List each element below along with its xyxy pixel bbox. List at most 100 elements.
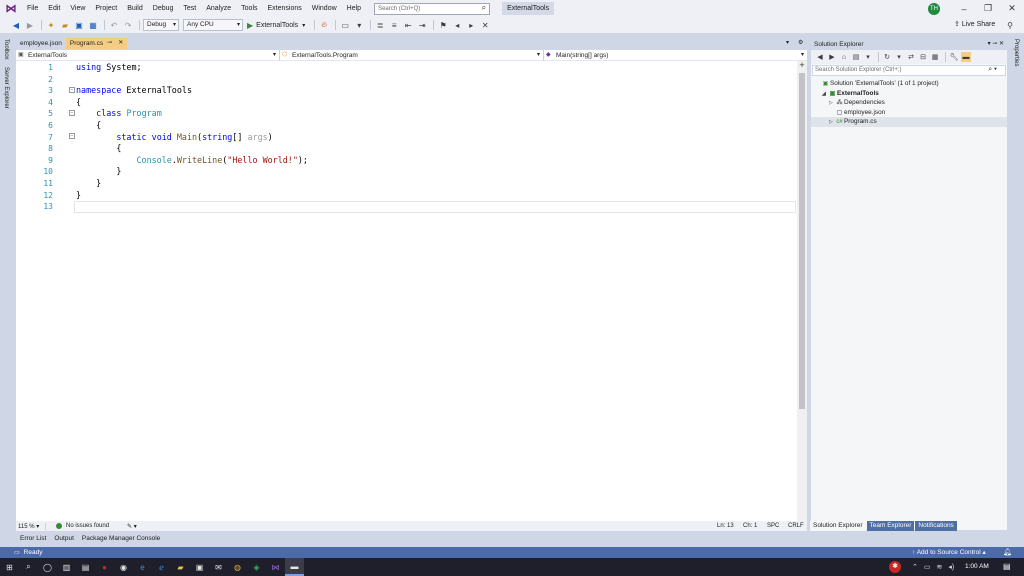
ie-icon[interactable]: ℯ <box>152 558 171 576</box>
wifi-icon[interactable]: ≋ <box>937 563 943 571</box>
notification-app-icon[interactable]: ✱ <box>889 561 901 573</box>
menu-tools[interactable]: Tools <box>236 0 262 17</box>
tab-package-manager-console[interactable]: Package Manager Console <box>78 534 164 544</box>
chevron-down-icon[interactable]: ▾ <box>863 52 873 62</box>
menu-test[interactable]: Test <box>178 0 201 17</box>
menu-edit[interactable]: Edit <box>43 0 65 17</box>
app-icon-2[interactable]: ● <box>95 558 114 576</box>
collapse-method-icon[interactable]: − <box>69 133 75 139</box>
panel-controls[interactable]: ▾ ⊸ ✕ <box>988 39 1004 50</box>
save-all-icon[interactable]: ▦ <box>87 19 99 31</box>
chrome-icon[interactable]: ◍ <box>228 558 247 576</box>
new-project-icon[interactable]: ✦ <box>45 19 57 31</box>
browse-icon[interactable]: ▾ <box>353 19 365 31</box>
action-center-icon[interactable]: ▤ <box>1003 558 1011 576</box>
whitespace-indicator[interactable]: SPC <box>767 521 779 531</box>
indent-icon[interactable]: ⇥ <box>416 19 428 31</box>
visual-studio-logo-icon[interactable]: ⋈ <box>0 0 22 17</box>
tab-program-cs[interactable]: Program.cs ⊸ ✕ <box>65 38 128 49</box>
app-icon-3[interactable]: ◉ <box>114 558 133 576</box>
server-explorer-tab[interactable]: Server Explorer <box>3 67 9 109</box>
properties-wrench-icon[interactable]: 🔧︎ <box>949 52 959 62</box>
menu-analyze[interactable]: Analyze <box>201 0 236 17</box>
split-window-icon[interactable]: + <box>797 61 807 70</box>
visual-studio-icon[interactable]: ⋈ <box>266 558 285 576</box>
sync-icon[interactable]: ⇄ <box>906 52 916 62</box>
screenshot-icon[interactable]: ▭ <box>339 19 351 31</box>
menu-build[interactable]: Build <box>122 0 148 17</box>
menu-extensions[interactable]: Extensions <box>263 0 307 17</box>
tray-chevron-icon[interactable]: ⌃ <box>912 563 918 571</box>
active-window-icon[interactable]: ▬ <box>285 558 304 576</box>
line-ending-indicator[interactable]: CRLF <box>788 521 804 531</box>
tab-team-explorer[interactable]: Team Explorer <box>866 521 915 531</box>
menu-debug[interactable]: Debug <box>148 0 179 17</box>
solution-explorer-search[interactable]: Search Solution Explorer (Ctrl+;) ⌕ ▾ <box>812 65 1006 76</box>
restore-icon[interactable]: ❐ <box>976 3 1000 14</box>
mail-icon[interactable]: ✉ <box>209 558 228 576</box>
properties-tab[interactable]: Properties <box>1013 39 1019 66</box>
menu-window[interactable]: Window <box>307 0 342 17</box>
preview-selected-icon[interactable]: ▬ <box>961 52 971 62</box>
network-icon[interactable]: ▭ <box>924 563 931 571</box>
show-all-files-icon[interactable]: ▦ <box>930 52 940 62</box>
code-line[interactable]: } <box>76 178 101 190</box>
edge-icon[interactable]: e <box>133 558 152 576</box>
tab-output[interactable]: Output <box>50 534 78 544</box>
zoom-level[interactable]: 115 % ▾ <box>16 522 46 530</box>
tree-item[interactable]: ▷ ⁂ Dependencies <box>811 98 1007 108</box>
platform-dropdown[interactable]: Any CPU ▾ <box>183 19 243 31</box>
home-icon[interactable]: ⌂ <box>839 52 849 62</box>
user-avatar[interactable]: TH <box>928 3 940 15</box>
code-line[interactable]: } <box>76 190 81 202</box>
close-icon[interactable]: ✕ <box>1000 3 1024 14</box>
redo-icon[interactable]: ↷ <box>122 19 134 31</box>
code-line[interactable]: class Program <box>76 108 162 120</box>
store-icon[interactable]: ▣ <box>190 558 209 576</box>
tab-error-list[interactable]: Error List <box>16 534 50 544</box>
live-share-button[interactable]: ⇪ Live Share <box>954 20 995 28</box>
feedback-icon[interactable]: ⚲ <box>1004 19 1016 31</box>
tab-solution-explorer[interactable]: Solution Explorer <box>810 521 866 531</box>
code-editor[interactable]: 1 2 3 4 5 6 7 8 9 10 11 12 13 using System; namespace… <box>16 61 807 521</box>
app-icon-1[interactable]: ▤ <box>76 558 95 576</box>
windows-start-icon[interactable]: ⊞ <box>0 558 19 576</box>
class-dropdown[interactable]: ⬡ ExternalTools.Program ▾ <box>280 50 544 61</box>
task-view-icon[interactable]: ▥ <box>57 558 76 576</box>
open-folder-icon[interactable]: ▰ <box>59 19 71 31</box>
app-icon-4[interactable]: ◈ <box>247 558 266 576</box>
scrollbar-thumb[interactable] <box>799 73 805 409</box>
code-line[interactable]: } <box>76 166 121 178</box>
search-icon[interactable]: ⌕ <box>19 558 38 576</box>
editor-vertical-scrollbar[interactable] <box>797 61 807 521</box>
code-line[interactable]: using System; <box>76 62 142 74</box>
back-icon[interactable]: ◀ <box>815 52 825 62</box>
forward-icon[interactable]: ▶ <box>24 19 36 31</box>
tab-notifications[interactable]: Notifications <box>915 521 957 531</box>
tab-employee-json[interactable]: employee.json <box>16 38 66 49</box>
project-dropdown[interactable]: ▣ ExternalTools ▾ <box>16 50 280 61</box>
close-tab-icon[interactable]: ✕ <box>118 38 123 49</box>
tab-list-chevron-icon[interactable]: ▾ <box>786 38 789 49</box>
minimize-icon[interactable]: – <box>952 4 976 14</box>
tree-item[interactable]: ▷ c#Program.cs <box>811 117 1007 127</box>
bookmark-icon[interactable]: ⚑ <box>437 19 449 31</box>
file-explorer-icon[interactable]: ▰ <box>171 558 190 576</box>
tree-item[interactable]: ◢ ▣ ExternalTools <box>811 89 1007 99</box>
code-line[interactable]: { <box>76 143 121 155</box>
menu-file[interactable]: File <box>22 0 43 17</box>
save-icon[interactable]: ▣ <box>73 19 85 31</box>
add-to-source-control-button[interactable]: ↑ Add to Source Control ▴ <box>912 547 986 558</box>
toolbox-tab[interactable]: Toolbox <box>3 39 9 60</box>
code-line[interactable]: static void Main(string[] args) <box>76 132 272 144</box>
configuration-dropdown[interactable]: Debug ▾ <box>143 19 179 31</box>
pending-changes-filter-icon[interactable]: ↻ <box>882 52 892 62</box>
collapse-namespace-icon[interactable]: − <box>69 87 75 93</box>
tree-item[interactable]: ▣ Solution 'ExternalTools' (1 of 1 projec… <box>811 79 1007 89</box>
comment-icon[interactable]: ≣ <box>374 19 386 31</box>
code-line[interactable]: { <box>76 97 81 109</box>
forward-icon[interactable]: ▶ <box>827 52 837 62</box>
menu-project[interactable]: Project <box>90 0 122 17</box>
member-dropdown[interactable]: ◆ Main(string[] args) ▾ <box>544 50 807 61</box>
hot-reload-icon[interactable]: 🔥︎ <box>318 19 330 31</box>
